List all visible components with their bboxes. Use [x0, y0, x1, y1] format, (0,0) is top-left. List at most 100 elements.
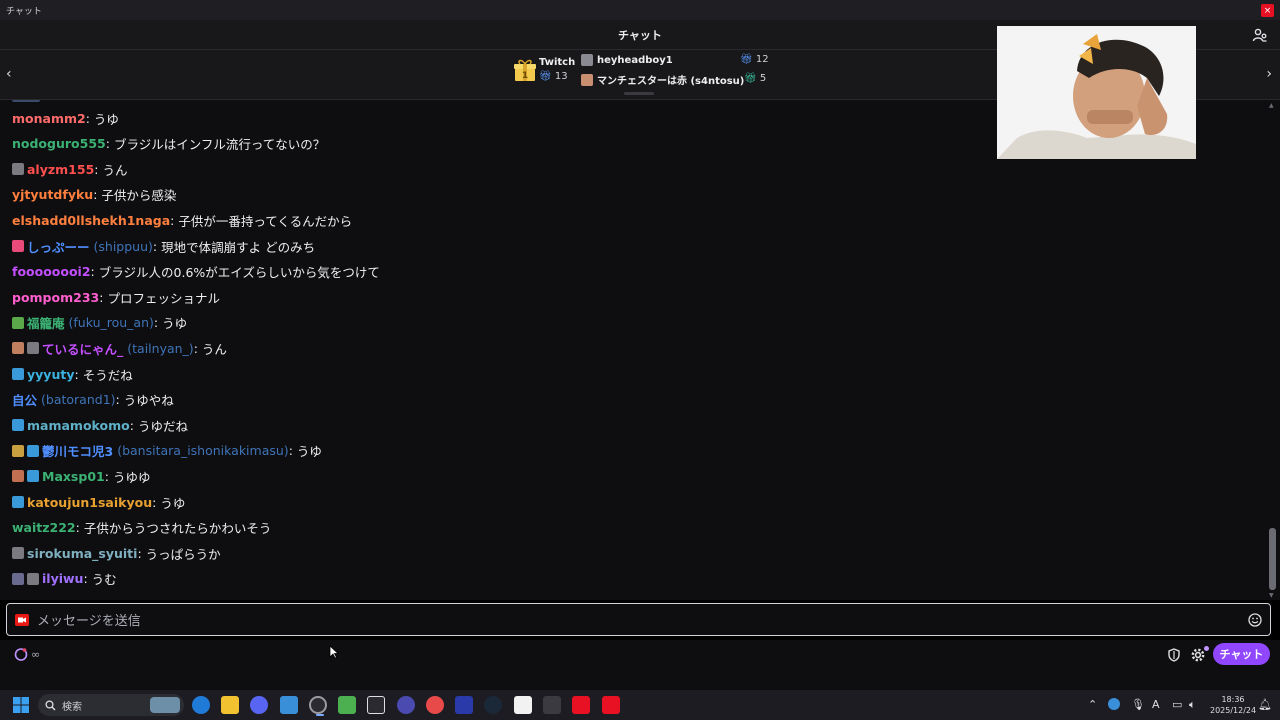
chat-badge-icon[interactable] [27, 342, 39, 355]
chat-login-name[interactable]: (tailnyan_) [127, 341, 193, 356]
chat-settings-button[interactable] [1190, 646, 1209, 667]
document-app-icon[interactable] [514, 696, 532, 714]
chat-message[interactable]: monamm2: うゆ [12, 108, 119, 128]
chat-badge-icon[interactable] [12, 444, 24, 457]
chat-badge-icon[interactable] [12, 240, 24, 252]
chat-username[interactable]: katoujun1saikyou [27, 495, 152, 510]
chat-badge-icon[interactable] [12, 470, 24, 483]
chat-username[interactable]: monamm2 [12, 111, 86, 126]
chat-username[interactable]: Maxsp01 [42, 469, 105, 484]
input-method-indicator[interactable]: A [1152, 698, 1160, 711]
chat-username[interactable]: 福籠庵 [27, 313, 65, 332]
leaderboard-entry[interactable]: マンチェスターは赤 (s4ntosu) [581, 72, 744, 87]
network-icon[interactable]: ▭ [1172, 698, 1182, 711]
chat-message-list[interactable]: monamm2: うゆ nodoguro555: ブラジルはインフル流行ってないの？ a… [0, 100, 1266, 600]
taskbar-clock[interactable]: 18:36 2025/12/24 [1210, 694, 1256, 716]
community-users-icon[interactable] [1252, 27, 1268, 43]
notification-bell-icon[interactable]: 🔔︎ [1258, 698, 1272, 711]
chat-username[interactable]: foooooooi2 [12, 264, 91, 279]
emote-picker-icon[interactable] [1248, 613, 1262, 627]
chat-message[interactable]: elshadd0llshekh1naga: 子供が一番持ってくるんだから [12, 210, 352, 230]
file-explorer-icon[interactable] [221, 696, 239, 714]
scroll-up-arrow-icon[interactable]: ▲ [1269, 102, 1274, 109]
chat-badge-icon[interactable] [12, 368, 24, 380]
chat-message[interactable]: foooooooi2: ブラジル人の0.6%がエイズらしいから気をつけて [12, 262, 380, 282]
chat-badge-icon[interactable] [27, 444, 39, 457]
chat-username[interactable]: nodoguro555 [12, 136, 106, 151]
chat-username[interactable]: sirokuma_syuiti [27, 546, 137, 561]
chat-scrollbar[interactable]: ▲ ▼ [1266, 100, 1280, 600]
windows-start-icon[interactable] [13, 697, 29, 713]
chat-username[interactable]: yjtyutdfyku [12, 187, 93, 202]
chat-username[interactable]: elshadd0llshekh1naga [12, 213, 170, 228]
window-close-button[interactable]: × [1261, 4, 1274, 17]
chat-message[interactable]: ているにゃん_ (tailnyan_): うん [12, 338, 227, 358]
chat-message[interactable]: mamamokomo: うゆだね [12, 415, 188, 435]
chat-message[interactable]: 自公 (batorand1): うゆやね [12, 390, 174, 410]
leaderboard-next-button[interactable]: › [1266, 66, 1272, 82]
leaderboard-entry[interactable]: heyheadboy1 [581, 54, 673, 66]
chat-username[interactable]: mamamokomo [27, 418, 130, 433]
chat-username[interactable]: waitz222 [12, 520, 76, 535]
chat-badge-icon[interactable] [12, 547, 24, 560]
chat-username[interactable]: yyyuty [27, 367, 74, 382]
chat-login-name[interactable]: (bansitara_ishonikakimasu) [117, 443, 288, 458]
chat-badge-icon[interactable] [12, 496, 24, 508]
discord-icon[interactable] [250, 696, 268, 714]
scroll-down-arrow-icon[interactable]: ▼ [1269, 592, 1274, 599]
taskbar-search-box[interactable]: 検索 [38, 694, 184, 716]
chat-message[interactable]: 鬱川モコ児3 (bansitara_ishonikakimasu): うゆ [12, 441, 322, 461]
chat-message[interactable]: pompom233: プロフェッショナル [12, 287, 220, 307]
chat-badge-icon[interactable] [12, 572, 24, 585]
chat-message[interactable]: yyyuty: そうだね [12, 364, 133, 384]
chat-login-name[interactable]: (shippuu) [94, 239, 153, 254]
minecraft-icon[interactable] [338, 696, 356, 714]
chat-message[interactable]: Maxsp01: うゆゆ [12, 466, 150, 486]
notepad-icon[interactable] [280, 696, 298, 714]
leaderboard-prev-button[interactable]: ‹ [6, 66, 12, 82]
chat-username[interactable]: ているにゃん_ [42, 339, 123, 358]
chat-badge-icon[interactable] [27, 470, 39, 483]
capcut-icon[interactable] [367, 696, 385, 714]
tray-overflow-icon[interactable]: ⌃ [1088, 698, 1097, 711]
leaderboard-drag-handle[interactable] [624, 92, 654, 95]
chat-message[interactable]: waitz222: 子供からうつされたらかわいそう [12, 518, 271, 538]
ur-app-icon[interactable] [543, 696, 561, 714]
shield-icon[interactable] [1167, 648, 1181, 662]
xsplit-icon[interactable] [602, 696, 620, 714]
chat-message[interactable]: alyzm155: うん [12, 159, 128, 179]
chat-message[interactable]: nodoguro555: ブラジルはインフル流行ってないの？ [12, 134, 325, 154]
channel-points-button[interactable]: ∞ [14, 647, 40, 661]
chat-message[interactable]: katoujun1saikyou: うゆ [12, 492, 185, 512]
chat-badge-icon[interactable] [12, 316, 24, 329]
video-camera-icon[interactable] [15, 613, 29, 626]
chat-message[interactable]: ilyiwu: うむ [12, 569, 117, 589]
chat-username[interactable]: ilyiwu [42, 571, 83, 586]
chat-username[interactable]: alyzm155 [27, 162, 94, 177]
microphone-icon[interactable]: 🎙︎ [1131, 698, 1145, 711]
chat-send-button[interactable]: チャット [1213, 643, 1270, 665]
monitor-app-icon[interactable] [455, 696, 473, 714]
steam-icon[interactable] [484, 696, 502, 714]
chat-username[interactable]: しっぷーー [27, 237, 90, 256]
chat-badge-icon[interactable] [27, 572, 39, 585]
chat-message[interactable]: しっぷーー (shippuu): 現地で体調崩すよ どのみち [12, 236, 315, 256]
chat-message[interactable]: sirokuma_syuiti: うっぱらうか [12, 543, 221, 563]
chat-username[interactable]: 自公 [12, 390, 37, 409]
chat-badge-icon[interactable] [12, 342, 24, 355]
volume-icon[interactable]: 🔈︎ [1189, 698, 1196, 712]
chrome-like-icon[interactable] [426, 696, 444, 714]
app-icon[interactable] [397, 696, 415, 714]
obs-studio-icon[interactable] [309, 696, 327, 716]
chat-login-name[interactable]: (batorand1) [41, 392, 116, 407]
chat-login-name[interactable]: (fuku_rou_an) [69, 315, 154, 330]
edge-browser-icon[interactable] [192, 696, 210, 714]
chat-scrollbar-thumb[interactable] [1269, 528, 1276, 590]
chat-username[interactable]: pompom233 [12, 290, 99, 305]
chat-badge-icon[interactable] [12, 163, 24, 176]
chat-message[interactable]: yjtyutdfyku: 子供から感染 [12, 185, 176, 205]
tray-sync-icon[interactable] [1108, 698, 1120, 710]
chat-username[interactable]: 鬱川モコ児3 [42, 441, 113, 460]
chat-badge-icon[interactable] [12, 419, 24, 432]
block-app-icon[interactable] [572, 696, 590, 714]
